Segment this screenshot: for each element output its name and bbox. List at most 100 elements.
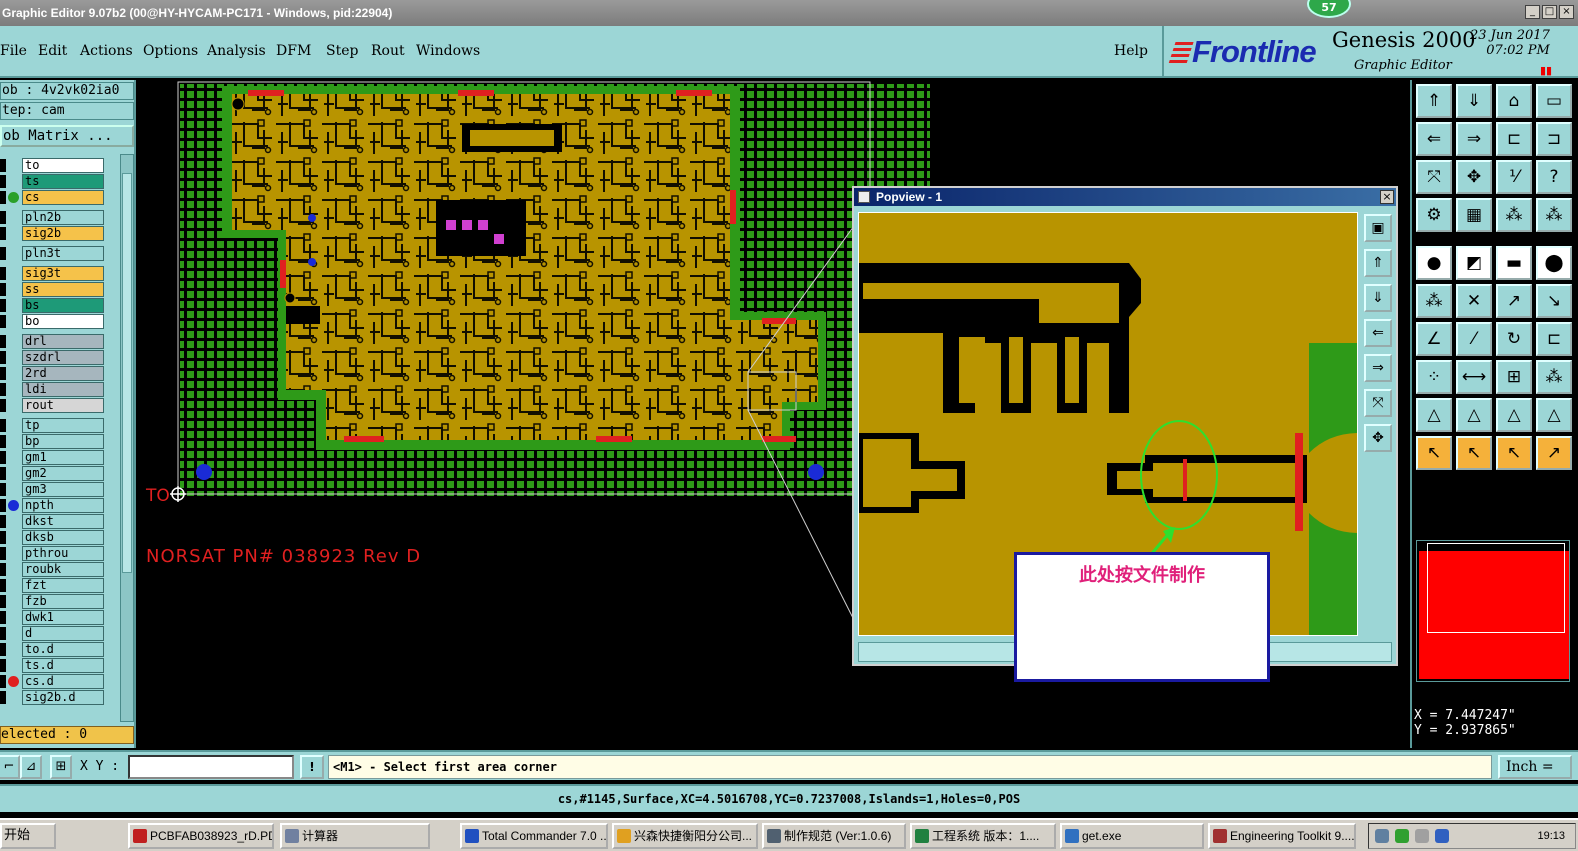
layer-name[interactable]: gm1	[22, 450, 104, 465]
taskbar-item[interactable]: get.exe	[1060, 823, 1204, 849]
layer-name[interactable]: ldi	[22, 382, 104, 397]
menu-options[interactable]: Options	[143, 43, 198, 59]
layer-row[interactable]: roubk	[0, 562, 120, 577]
grid2-tool-icon[interactable]: ⁘	[1416, 360, 1452, 394]
layer-name[interactable]: dwk1	[22, 610, 104, 625]
layer-name[interactable]: tp	[22, 418, 104, 433]
layer-checkbox[interactable]	[0, 467, 6, 480]
taskbar-item[interactable]: 制作规范 (Ver:1.0.6)	[762, 823, 906, 849]
layer-row[interactable]: dwk1	[0, 610, 120, 625]
minimap-viewport[interactable]	[1427, 543, 1565, 633]
layer-name[interactable]: gm3	[22, 482, 104, 497]
layer-row[interactable]: pln2b	[0, 210, 120, 225]
grid1-tool-icon[interactable]: ✥	[1456, 160, 1492, 194]
menu-analysis[interactable]: Analysis	[207, 43, 266, 59]
maximize-button[interactable]: □	[1542, 5, 1557, 19]
grid1-tool-icon[interactable]: ⅟	[1496, 160, 1532, 194]
layer-row[interactable]: sig2b	[0, 226, 120, 241]
grid1-tool-icon[interactable]: ⌂	[1496, 84, 1532, 118]
minimize-button[interactable]: _	[1525, 5, 1540, 19]
layer-checkbox[interactable]	[0, 267, 6, 280]
grid1-tool-icon[interactable]: ?	[1536, 160, 1572, 194]
grid1-tool-icon[interactable]: ▭	[1536, 84, 1572, 118]
overview-minimap[interactable]	[1416, 540, 1570, 682]
menu-dfm[interactable]: DFM	[276, 43, 311, 59]
popview-tool-fit-icon[interactable]: ⤧	[1364, 389, 1392, 417]
menu-actions[interactable]: Actions	[80, 43, 133, 59]
grid1-tool-icon[interactable]: ⊐	[1536, 122, 1572, 156]
volume-icon[interactable]	[1415, 829, 1429, 843]
start-button[interactable]: 开始	[0, 823, 56, 849]
grid1-tool-icon[interactable]: ⚙	[1416, 198, 1452, 232]
layer-row[interactable]: ss	[0, 282, 120, 297]
layer-checkbox[interactable]	[0, 659, 6, 672]
taskbar-item[interactable]: PCBFAB038923_rD.PD...	[128, 823, 274, 849]
layer-checkbox[interactable]	[0, 351, 6, 364]
layer-row[interactable]: gm2	[0, 466, 120, 481]
layer-row[interactable]: dksb	[0, 530, 120, 545]
layer-name[interactable]: ts	[22, 174, 104, 189]
layer-name[interactable]: cs	[22, 190, 104, 205]
layer-name[interactable]: cs.d	[22, 674, 104, 689]
layer-row[interactable]: bo	[0, 314, 120, 329]
layer-name[interactable]: gm2	[22, 466, 104, 481]
layer-row[interactable]: ts.d	[0, 658, 120, 673]
grid2-tool-icon[interactable]: △	[1496, 398, 1532, 432]
taskbar-item[interactable]: Total Commander 7.0 ...	[460, 823, 608, 849]
close-button[interactable]: ×	[1559, 5, 1574, 19]
layer-name[interactable]: fzb	[22, 594, 104, 609]
snap-button[interactable]: ⌐	[0, 755, 20, 779]
grid2-tool-icon[interactable]: ⁄	[1456, 322, 1492, 356]
job-matrix-button[interactable]: ob Matrix ...	[0, 125, 134, 147]
layer-row[interactable]: bp	[0, 434, 120, 449]
layer-checkbox[interactable]	[0, 627, 6, 640]
layer-name[interactable]: d	[22, 626, 104, 641]
grid2-tool-icon[interactable]: ⊞	[1496, 360, 1532, 394]
layer-name[interactable]: fzt	[22, 578, 104, 593]
grid2-tool-icon[interactable]: ⊏	[1536, 322, 1572, 356]
layer-row[interactable]: npth	[0, 498, 120, 513]
layer-checkbox[interactable]	[0, 175, 6, 188]
layer-checkbox[interactable]	[0, 211, 6, 224]
layer-name[interactable]: rout	[22, 398, 104, 413]
taskbar-item[interactable]: 工程系统 版本：1....	[910, 823, 1056, 849]
layer-checkbox[interactable]	[0, 451, 6, 464]
layer-row[interactable]: cs	[0, 190, 120, 205]
menu-rout[interactable]: Rout	[371, 43, 405, 59]
grid2-tool-icon[interactable]: ↖	[1456, 436, 1492, 470]
layer-name[interactable]: drl	[22, 334, 104, 349]
popview-tool-right-icon[interactable]: ⇒	[1364, 354, 1392, 382]
taskbar-item[interactable]: Engineering Toolkit 9....	[1208, 823, 1356, 849]
layer-row[interactable]: bs	[0, 298, 120, 313]
network-icon[interactable]	[1395, 829, 1409, 843]
layer-row[interactable]: d	[0, 626, 120, 641]
grid2-tool-icon[interactable]: △	[1456, 398, 1492, 432]
popview-tool-center-icon[interactable]: ✥	[1364, 424, 1392, 452]
grid2-tool-icon[interactable]: ↗	[1536, 436, 1572, 470]
grid1-tool-icon[interactable]: ⇒	[1456, 122, 1492, 156]
layer-name[interactable]: ss	[22, 282, 104, 297]
grid1-tool-icon[interactable]: ⁂	[1536, 198, 1572, 232]
grid2-tool-icon[interactable]: ⁂	[1536, 360, 1572, 394]
grid2-tool-icon[interactable]: ∠	[1416, 322, 1452, 356]
layer-name[interactable]: npth	[22, 498, 104, 513]
notification-badge[interactable]: 57	[1307, 0, 1351, 18]
layer-row[interactable]: sig3t	[0, 266, 120, 281]
layer-checkbox[interactable]	[0, 315, 6, 328]
grid2-tool-icon[interactable]: ⬤	[1536, 246, 1572, 280]
layer-row[interactable]: drl	[0, 334, 120, 349]
pause-icon[interactable]: ▮▮	[1540, 64, 1552, 77]
grid2-tool-icon[interactable]: ⟷	[1456, 360, 1492, 394]
menu-file[interactable]: File	[0, 43, 27, 59]
popview-tool-down-icon[interactable]: ⇓	[1364, 284, 1392, 312]
layer-checkbox[interactable]	[0, 227, 6, 240]
layer-row[interactable]: gm3	[0, 482, 120, 497]
layer-checkbox[interactable]	[0, 191, 6, 204]
grid2-tool-icon[interactable]: ↖	[1416, 436, 1452, 470]
grid2-tool-icon[interactable]: ↻	[1496, 322, 1532, 356]
grid1-tool-icon[interactable]: ▦	[1456, 198, 1492, 232]
layer-row[interactable]: gm1	[0, 450, 120, 465]
layer-row[interactable]: cs.d	[0, 674, 120, 689]
grid1-tool-icon[interactable]: ⊏	[1496, 122, 1532, 156]
grid1-tool-icon[interactable]: ⇓	[1456, 84, 1492, 118]
